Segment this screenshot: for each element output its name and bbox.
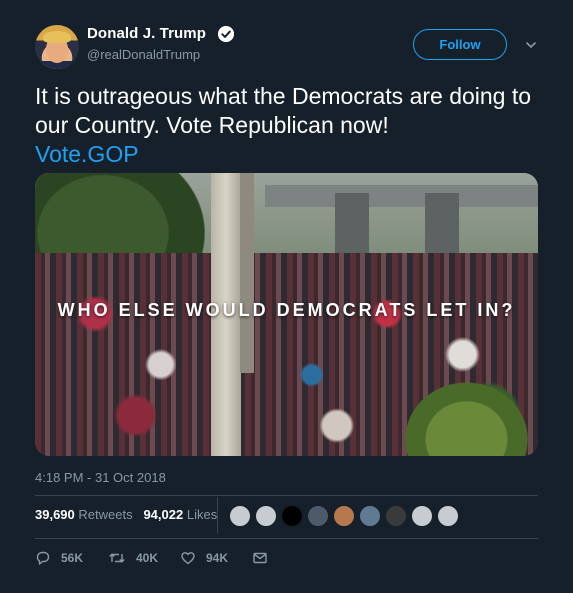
message-icon [253,552,267,564]
direct-message-button[interactable] [252,549,278,567]
retweet-icon [109,553,125,563]
reply-icon [36,551,50,565]
liker-avatar[interactable] [307,505,329,527]
retweet-count: 40K [136,551,159,565]
like-button[interactable]: 94K [180,549,228,567]
liker-avatar[interactable] [333,505,355,527]
follow-button[interactable]: Follow [413,29,507,60]
media-bridge [265,185,538,207]
tweet-link[interactable]: Vote.GOP [35,140,545,169]
divider [35,495,538,496]
likes-stat[interactable]: 94,022 Likes [143,507,217,522]
retweets-stat[interactable]: 39,690 Retweets [35,507,136,522]
divider [35,538,538,539]
media-caption: WHO ELSE WOULD DEMOCRATS LET IN? [57,300,516,320]
liker-avatar[interactable] [385,505,407,527]
retweet-button[interactable]: 40K [108,549,158,567]
author-handle[interactable]: @realDonaldTrump [87,47,200,62]
author-avatar[interactable] [35,25,79,69]
tweet-body: It is outrageous what the Democrats are … [35,82,545,169]
liker-avatar[interactable] [359,505,381,527]
retweets-label: Retweets [78,507,133,522]
chevron-down-icon[interactable] [524,38,538,52]
author-display-name[interactable]: Donald J. Trump [87,25,206,42]
reply-count: 56K [61,551,84,565]
media-leaves [395,373,538,456]
liker-avatar[interactable] [229,505,251,527]
like-count: 94K [206,551,229,565]
verified-badge-icon [218,26,234,42]
likes-count: 94,022 [143,507,184,522]
tweet-stats: 39,690 Retweets 94,022 Likes [35,507,217,527]
liker-avatar[interactable] [437,505,459,527]
tweet-text: It is outrageous what the Democrats are … [35,83,532,138]
liker-avatar[interactable] [255,505,277,527]
liker-avatar[interactable] [281,505,303,527]
likes-label: Likes [186,507,218,522]
tweet-card: Donald J. Trump @realDonaldTrump Follow … [0,0,573,593]
retweets-count: 39,690 [35,507,75,522]
tweet-media-video[interactable]: WHO ELSE WOULD DEMOCRATS LET IN? [35,173,538,456]
tweet-timestamp[interactable]: 4:18 PM - 31 Oct 2018 [35,470,166,485]
reply-button[interactable]: 56K [35,549,83,567]
stats-separator [217,497,218,533]
heart-icon [181,552,195,565]
liker-avatar[interactable] [411,505,433,527]
media-pole [240,173,254,373]
